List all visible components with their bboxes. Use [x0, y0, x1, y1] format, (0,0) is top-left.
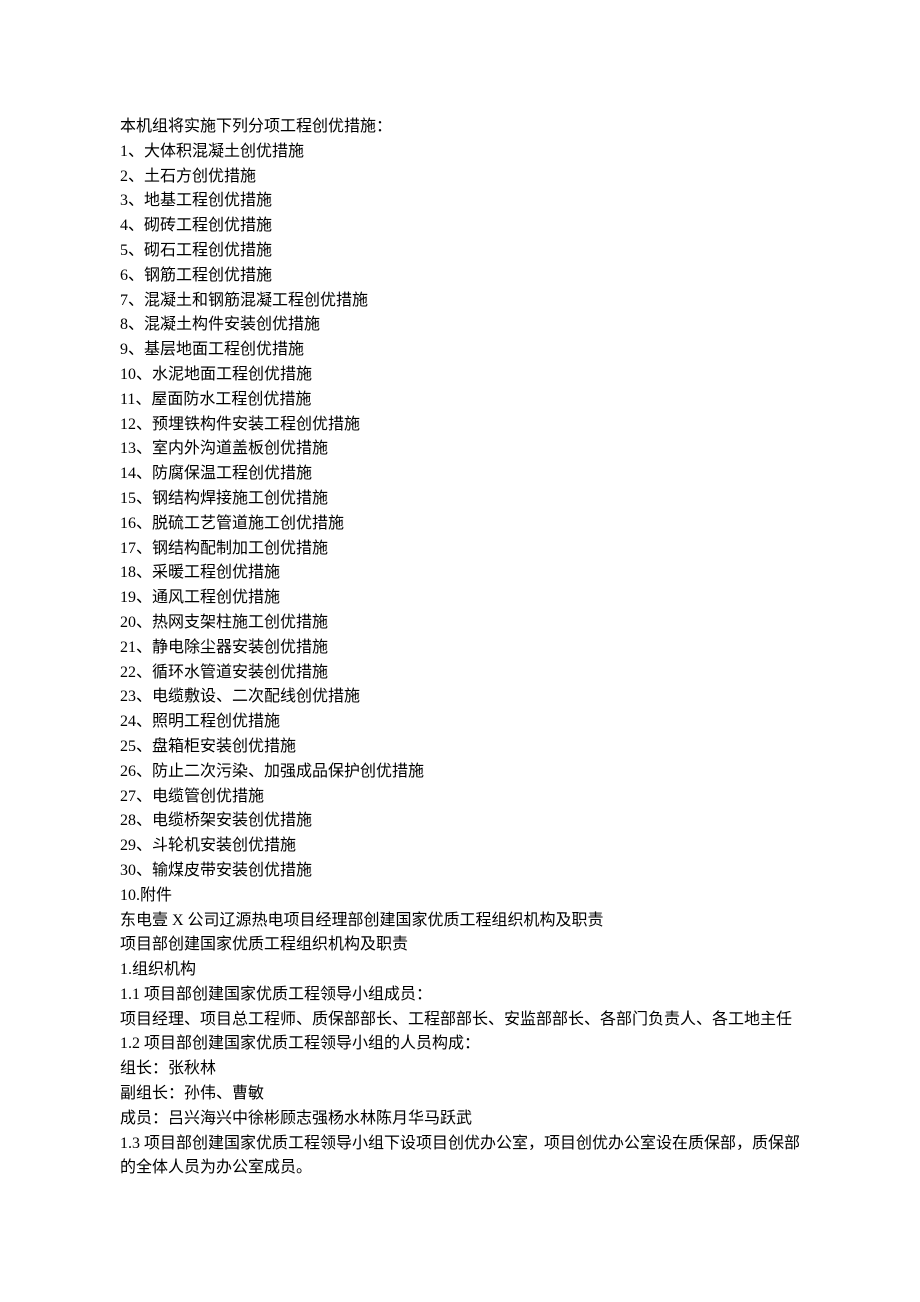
measure-item: 12、预埋铁构件安装工程创优措施: [120, 413, 800, 438]
org-1-1-detail: 项目经理、项目总工程师、质保部部长、工程部部长、安监部部长、各部门负责人、各工地…: [120, 1008, 800, 1033]
measure-item: 19、通风工程创优措施: [120, 586, 800, 611]
measure-item: 20、热网支架柱施工创优措施: [120, 611, 800, 636]
org-1-3: 1.3 项目部创建国家优质工程领导小组下设项目创优办公室，项目创优办公室设在质保…: [120, 1132, 800, 1182]
measure-item: 10、水泥地面工程创优措施: [120, 363, 800, 388]
measure-item: 17、钢结构配制加工创优措施: [120, 537, 800, 562]
vice-leader-line: 副组长：孙伟、曹敏: [120, 1082, 800, 1107]
measure-item: 16、脱硫工艺管道施工创优措施: [120, 512, 800, 537]
measure-item: 29、斗轮机安装创优措施: [120, 834, 800, 859]
measure-item: 28、电缆桥架安装创优措施: [120, 809, 800, 834]
org-heading: 1.组织机构: [120, 958, 800, 983]
measure-item: 2、土石方创优措施: [120, 165, 800, 190]
org-1-1: 1.1 项目部创建国家优质工程领导小组成员：: [120, 983, 800, 1008]
leader-line: 组长：张秋林: [120, 1057, 800, 1082]
measure-item: 4、砌砖工程创优措施: [120, 214, 800, 239]
measure-item: 1、大体积混凝土创优措施: [120, 140, 800, 165]
measure-item: 21、静电除尘器安装创优措施: [120, 636, 800, 661]
measure-item: 13、室内外沟道盖板创优措施: [120, 437, 800, 462]
measure-item: 8、混凝土构件安装创优措施: [120, 313, 800, 338]
measure-item: 14、防腐保温工程创优措施: [120, 462, 800, 487]
measure-item: 23、电缆敷设、二次配线创优措施: [120, 685, 800, 710]
measure-item: 6、钢筋工程创优措施: [120, 264, 800, 289]
measure-item: 11、屋面防水工程创优措施: [120, 388, 800, 413]
measure-item: 3、地基工程创优措施: [120, 189, 800, 214]
section-title: 项目部创建国家优质工程组织机构及职责: [120, 933, 800, 958]
org-1-2: 1.2 项目部创建国家优质工程领导小组的人员构成：: [120, 1032, 800, 1057]
measure-item: 9、基层地面工程创优措施: [120, 338, 800, 363]
measure-item: 30、输煤皮带安装创优措施: [120, 859, 800, 884]
appendix-header: 10.附件: [120, 884, 800, 909]
document-page: 本机组将实施下列分项工程创优措施： 1、大体积混凝土创优措施 2、土石方创优措施…: [0, 0, 920, 1302]
measure-item: 7、混凝土和钢筋混凝工程创优措施: [120, 289, 800, 314]
measure-item: 25、盘箱柜安装创优措施: [120, 735, 800, 760]
measure-item: 22、循环水管道安装创优措施: [120, 661, 800, 686]
measure-item: 24、照明工程创优措施: [120, 710, 800, 735]
measure-item: 26、防止二次污染、加强成品保护创优措施: [120, 760, 800, 785]
measure-item: 5、砌石工程创优措施: [120, 239, 800, 264]
measure-item: 27、电缆管创优措施: [120, 785, 800, 810]
measure-item: 15、钢结构焊接施工创优措施: [120, 487, 800, 512]
appendix-title: 东电壹 X 公司辽源热电项目经理部创建国家优质工程组织机构及职责: [120, 909, 800, 934]
members-line: 成员：吕兴海兴中徐彬顾志强杨水林陈月华马跃武: [120, 1107, 800, 1132]
measure-item: 18、采暖工程创优措施: [120, 561, 800, 586]
intro-line: 本机组将实施下列分项工程创优措施：: [120, 115, 800, 140]
